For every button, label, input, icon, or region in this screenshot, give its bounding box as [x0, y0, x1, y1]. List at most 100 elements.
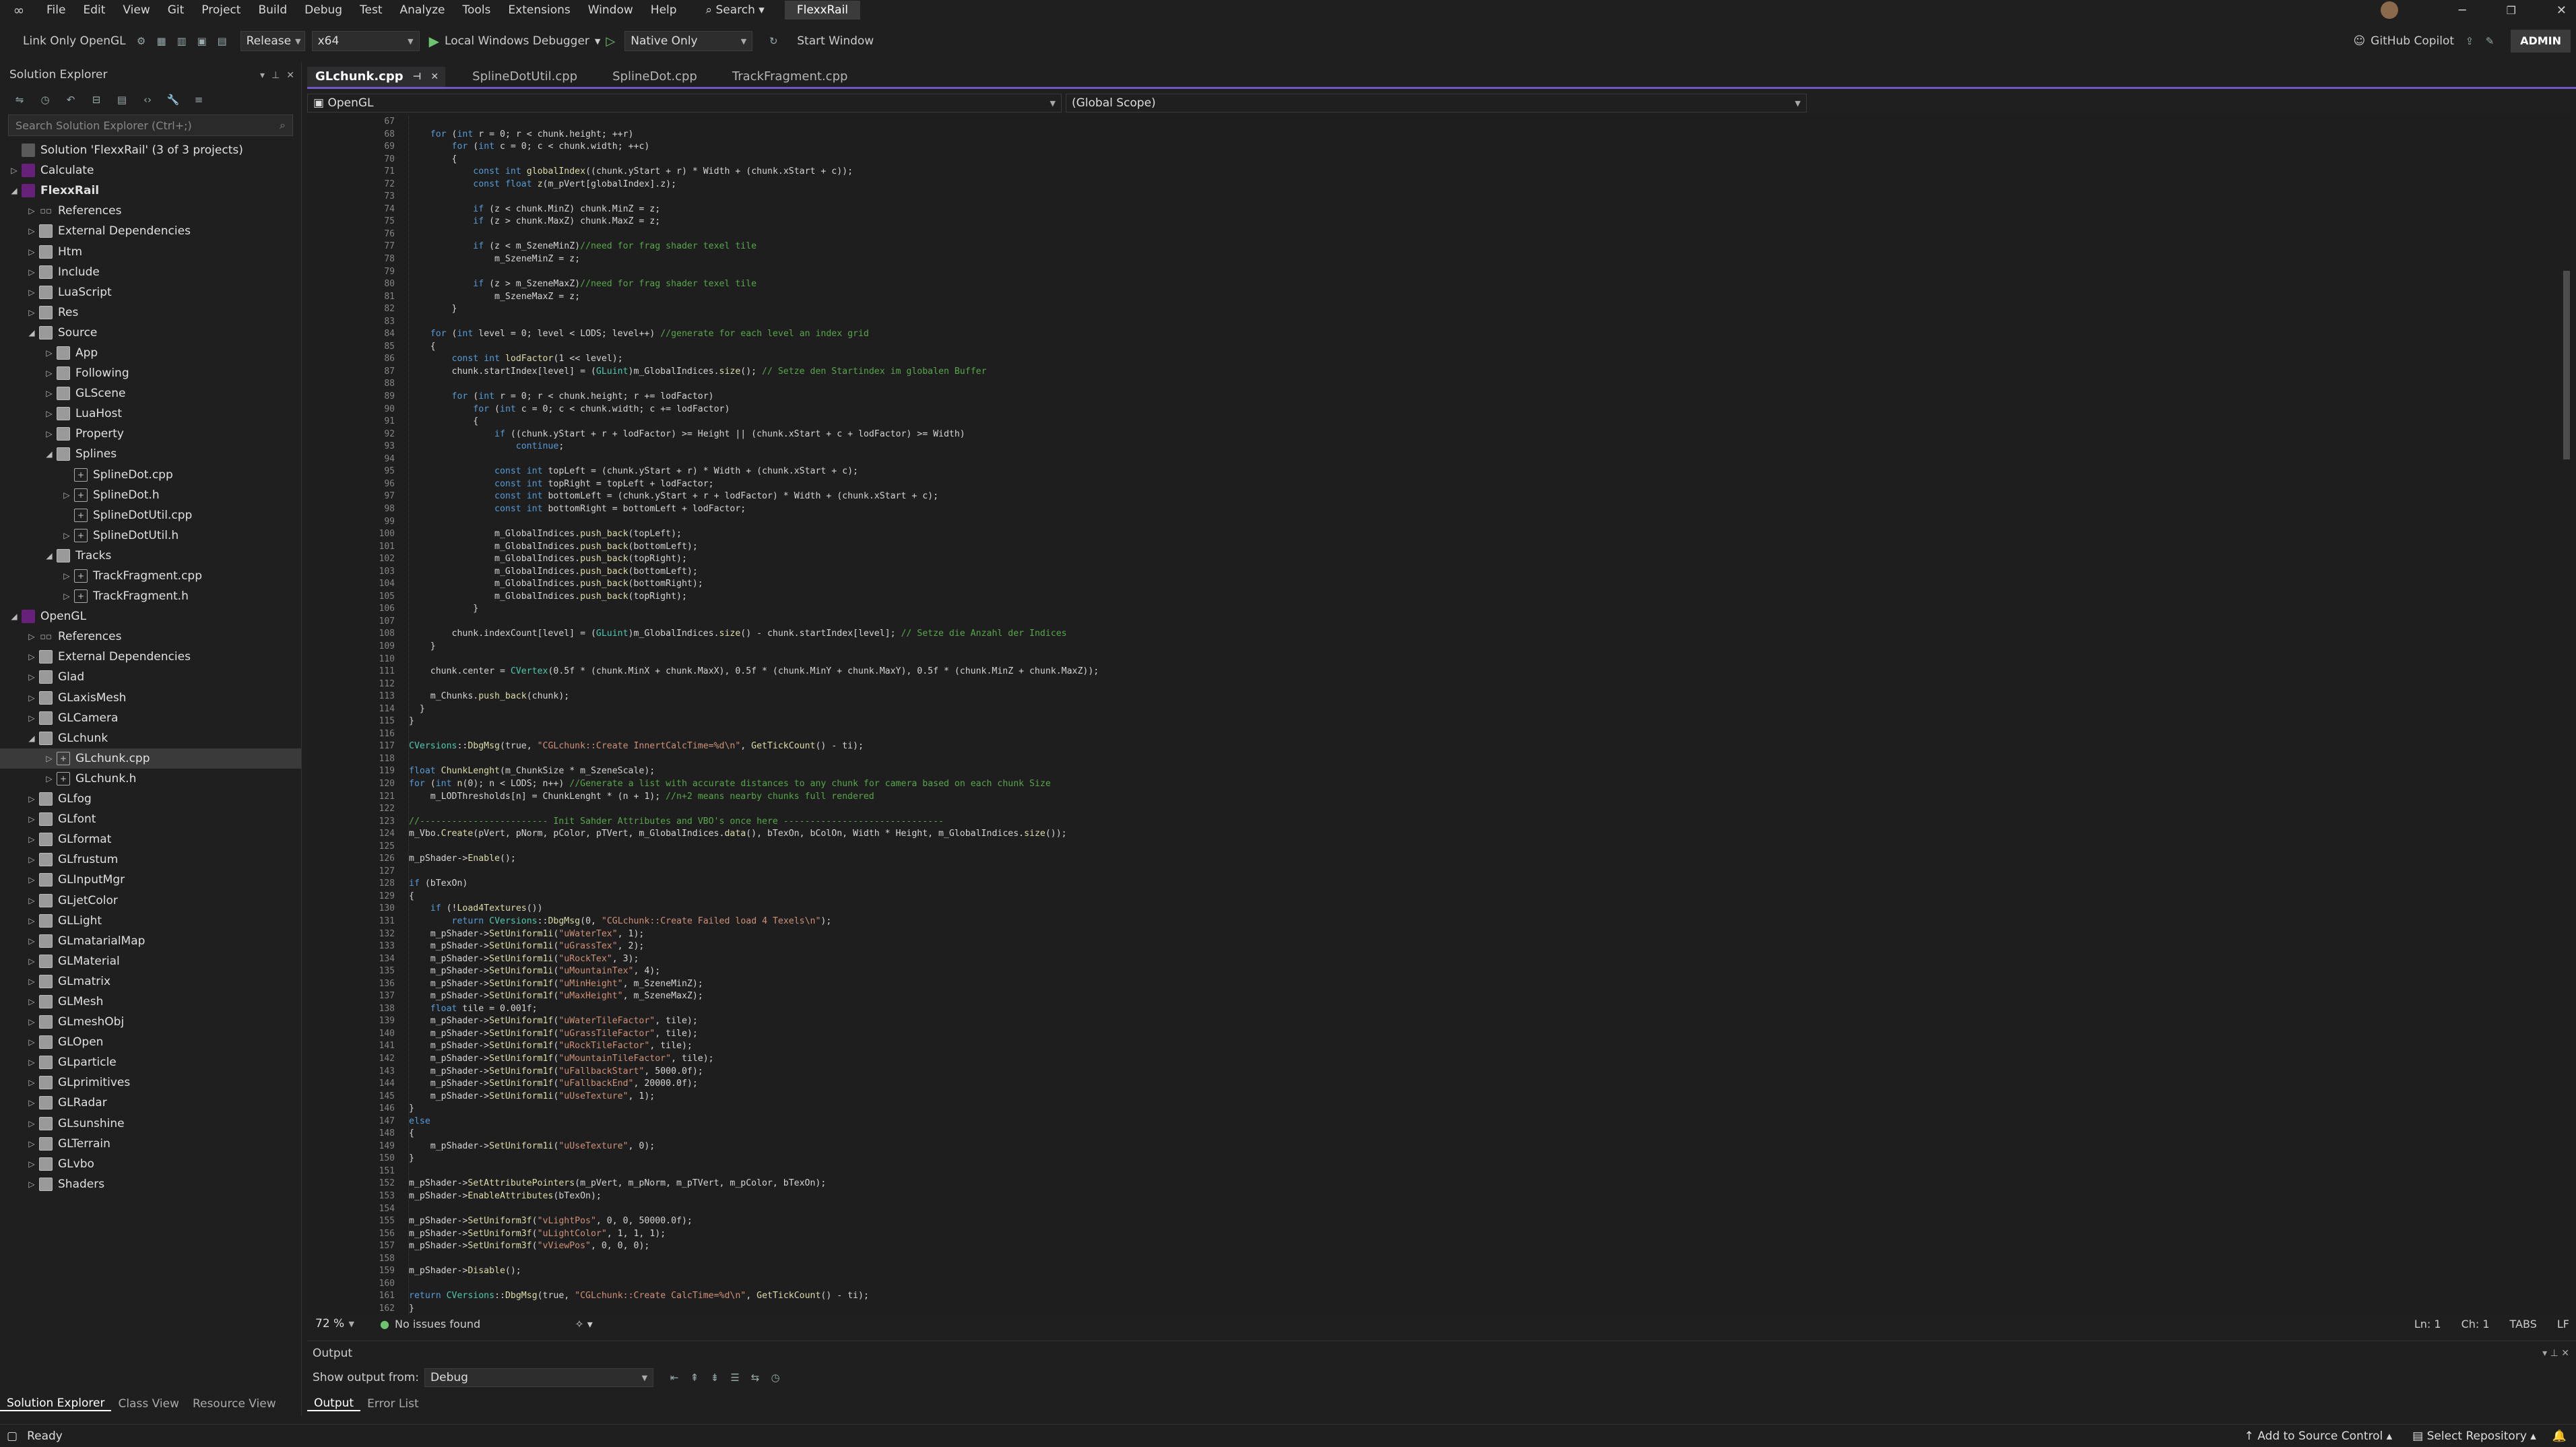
expand-toggle-icon[interactable]: ▷ [24, 1058, 39, 1067]
expand-toggle-icon[interactable]: ▷ [59, 490, 74, 500]
output-source-select[interactable]: Debug ▼ [424, 1368, 654, 1387]
code-line[interactable]: m_pShader->SetUniform3f("vLightPos", 0, … [409, 1215, 2550, 1228]
code-line[interactable] [409, 753, 2550, 766]
tree-item[interactable]: ▷ GLsunshine [0, 1114, 301, 1134]
code-line[interactable]: const int globalIndex((chunk.yStart + r)… [409, 166, 2550, 179]
code-line[interactable]: else [409, 1116, 2550, 1128]
code-line[interactable] [409, 378, 2550, 391]
pin-icon[interactable]: ⊥ [271, 70, 280, 81]
code-line[interactable]: m_SzeneMinZ = z; [409, 253, 2550, 266]
expand-toggle-icon[interactable]: ▷ [42, 409, 57, 418]
code-line[interactable]: const int topRight = topLeft + lodFactor… [409, 478, 2550, 491]
menu-item-help[interactable]: Help [642, 0, 686, 20]
expand-toggle-icon[interactable]: ◢ [24, 328, 39, 337]
code-line[interactable]: m_pShader->SetUniform3f("uLightColor", 1… [409, 1228, 2550, 1241]
code-line[interactable] [409, 228, 2550, 241]
code-line[interactable] [409, 1278, 2550, 1291]
code-editor[interactable]: 67 68 69 70 71 72 73 74 75 76 77 78 79 80 81 82 83 84 85 86… [307, 116, 2571, 1315]
expand-toggle-icon[interactable]: ▷ [24, 288, 39, 297]
tree-item[interactable]: ◢ Tracks [0, 546, 301, 566]
code-line[interactable] [409, 516, 2550, 529]
panel-tab[interactable]: Resource View [186, 1397, 283, 1411]
menu-item-analyze[interactable]: Analyze [391, 0, 454, 20]
sync-icon[interactable]: ⇋ [12, 92, 27, 107]
code-line[interactable] [409, 616, 2550, 629]
expand-toggle-icon[interactable]: ▷ [24, 957, 39, 966]
platform-select[interactable]: x64 ▼ [311, 31, 420, 51]
start-without-debugging-icon[interactable]: ▷ [606, 34, 615, 49]
code-line[interactable] [409, 1165, 2550, 1178]
code-view-icon[interactable]: ‹› [140, 92, 155, 107]
expand-toggle-icon[interactable]: ▷ [24, 206, 39, 216]
code-line[interactable]: float ChunkLenght(m_ChunkSize * m_SzeneS… [409, 765, 2550, 778]
next-message-icon[interactable]: ⇟ [707, 1370, 722, 1385]
code-line[interactable]: if (z > m_SzeneMaxZ)//need for frag shad… [409, 278, 2550, 291]
code-line[interactable]: if (z < m_SzeneMinZ)//need for frag shad… [409, 240, 2550, 253]
code-line[interactable]: for (int c = 0; c < chunk.width; c += lo… [409, 404, 2550, 416]
expand-toggle-icon[interactable]: ▷ [42, 774, 57, 783]
tree-item[interactable]: ▷ LuaHost [0, 404, 301, 424]
tree-item[interactable]: ▷ + SplineDotUtil.h [0, 525, 301, 546]
tree-item[interactable]: ▷ Glad [0, 667, 301, 687]
expand-toggle-icon[interactable]: ▷ [42, 348, 57, 358]
expand-toggle-icon[interactable]: ▷ [59, 591, 74, 601]
expand-toggle-icon[interactable]: ▷ [24, 267, 39, 277]
tree-item[interactable]: ▷ LuaScript [0, 282, 301, 302]
code-line[interactable]: m_GlobalIndices.push_back(bottomRight); [409, 578, 2550, 591]
code-line[interactable]: return CVersions::DbgMsg(0, "CGLchunk::C… [409, 915, 2550, 928]
expand-toggle-icon[interactable]: ▷ [7, 166, 22, 175]
tree-item[interactable]: ▷ External Dependencies [0, 221, 301, 241]
expand-toggle-icon[interactable]: ▷ [24, 1098, 39, 1107]
find-icon[interactable]: ⇤ [667, 1370, 682, 1385]
tabs-status[interactable]: TABS [2510, 1318, 2537, 1330]
output-tab[interactable]: Error List [360, 1397, 426, 1411]
pin-tab-icon[interactable]: ⊣ [413, 67, 422, 87]
close-icon[interactable]: ✕ [286, 70, 294, 81]
menu-item-debug[interactable]: Debug [296, 0, 351, 20]
tree-item[interactable]: ◢ FlexxRail [0, 181, 301, 201]
undo-icon[interactable]: ↶ [63, 92, 78, 107]
code-line[interactable]: if (z > chunk.MaxZ) chunk.MaxZ = z; [409, 216, 2550, 228]
code-line[interactable]: float tile = 0.001f; [409, 1003, 2550, 1016]
panel-tab[interactable]: Class View [111, 1397, 185, 1411]
code-line[interactable]: { [409, 891, 2550, 903]
expand-toggle-icon[interactable]: ▷ [24, 1037, 39, 1047]
tree-item[interactable]: ▷ Include [0, 262, 301, 282]
tree-item[interactable]: + SplineDotUtil.cpp [0, 505, 301, 525]
expand-toggle-icon[interactable]: ▷ [59, 531, 74, 540]
tree-item[interactable]: ▷ GLOpen [0, 1032, 301, 1052]
search-menu[interactable]: ⌕ Search ▾ [706, 3, 765, 17]
tree-item[interactable]: ◢ Source [0, 323, 301, 343]
tree-item[interactable]: ▷ GLRadar [0, 1093, 301, 1113]
show-all-files-icon[interactable]: ▤ [115, 92, 129, 107]
code-line[interactable]: m_LODThresholds[n] = ChunkLenght * (n + … [409, 791, 2550, 804]
save-all-icon[interactable]: ▤ [215, 34, 230, 49]
configuration-select[interactable]: Release ▼ [240, 31, 305, 51]
code-line[interactable]: const int topLeft = (chunk.yStart + r) *… [409, 465, 2550, 478]
code-line[interactable]: } [409, 641, 2550, 653]
expand-toggle-icon[interactable]: ▷ [24, 835, 39, 844]
code-line[interactable] [409, 1253, 2550, 1266]
menu-item-view[interactable]: View [114, 0, 158, 20]
code-line[interactable] [409, 266, 2550, 279]
refresh-icon[interactable]: ↻ [766, 34, 781, 49]
code-line[interactable]: m_GlobalIndices.push_back(topRight); [409, 591, 2550, 604]
feedback-icon[interactable]: ✎ [2482, 34, 2497, 49]
source-control-button[interactable]: ↑ Add to Source Control ▴ [2245, 1429, 2393, 1443]
close-icon[interactable]: ✕ [2561, 1348, 2569, 1359]
minimize-button[interactable]: ─ [2459, 3, 2466, 18]
tree-item[interactable]: ▷ + SplineDot.h [0, 485, 301, 505]
code-line[interactable]: } [409, 603, 2550, 616]
code-line[interactable]: chunk.startIndex[level] = (GLuint)m_Glob… [409, 366, 2550, 379]
code-line[interactable]: m_GlobalIndices.push_back(topLeft); [409, 528, 2550, 541]
code-line[interactable]: } [409, 1103, 2550, 1116]
rebuild-icon[interactable]: ▥ [174, 34, 189, 49]
expand-toggle-icon[interactable]: ◢ [24, 734, 39, 743]
menu-item-extensions[interactable]: Extensions [499, 0, 579, 20]
scope-select[interactable]: (Global Scope) ▼ [1066, 94, 1807, 112]
code-line[interactable]: const float z(m_pVert[globalIndex].z); [409, 179, 2550, 191]
tree-item[interactable]: ▷ GLCamera [0, 708, 301, 728]
properties-icon[interactable]: 🔧 [166, 92, 181, 107]
code-line[interactable]: const int bottomLeft = (chunk.yStart + r… [409, 490, 2550, 503]
expand-toggle-icon[interactable]: ▷ [24, 693, 39, 703]
